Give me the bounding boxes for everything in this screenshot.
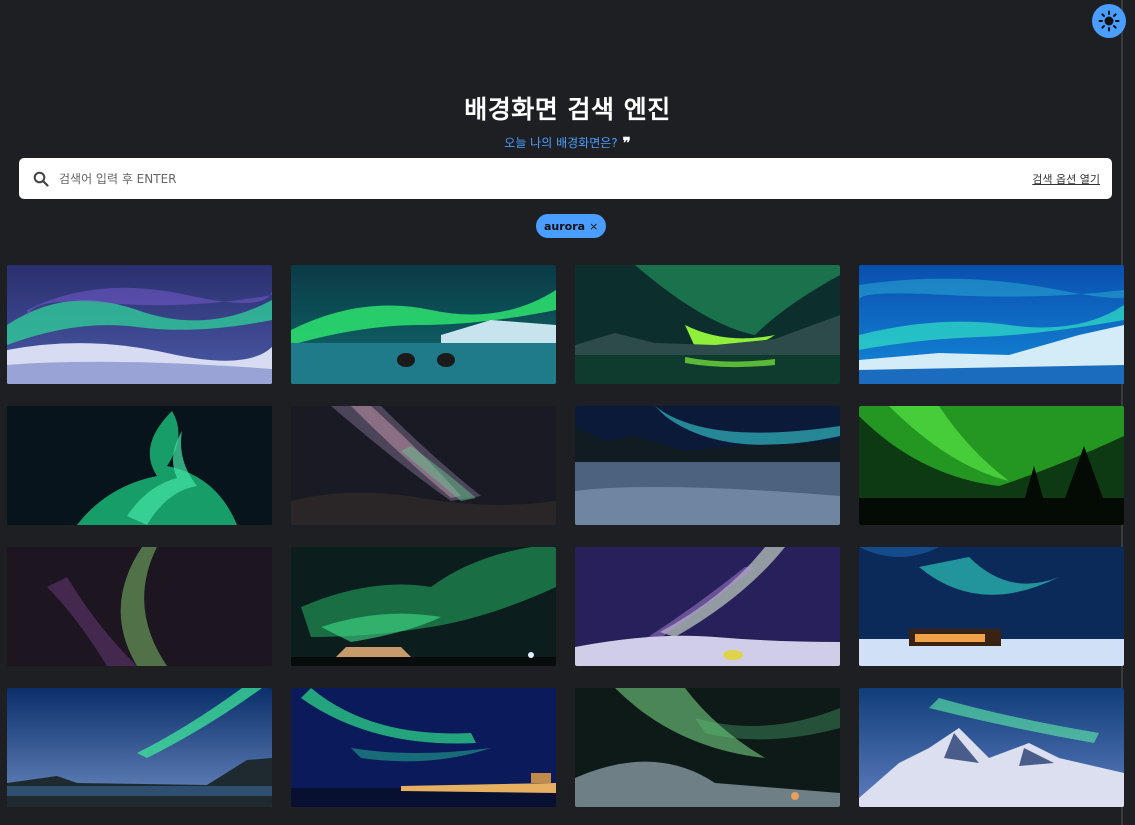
wallpaper-image	[859, 406, 1124, 525]
search-bar: 검색 옵션 열기	[19, 158, 1112, 199]
wallpaper-thumbnail-aurora-green-trees[interactable]	[859, 406, 1124, 525]
search-options-link[interactable]: 검색 옵션 열기	[1032, 171, 1100, 187]
wallpaper-thumbnail-aurora-swirl-dark-sky[interactable]	[7, 406, 272, 525]
wallpaper-image	[291, 688, 556, 807]
subtitle-text: 오늘 나의 배경화면은?	[504, 136, 618, 150]
wallpaper-thumbnail-aurora-lit-cabin-snow[interactable]	[859, 547, 1124, 666]
search-input[interactable]	[57, 170, 1033, 187]
page-subtitle: 오늘 나의 배경화면은? ❞	[504, 134, 630, 151]
wallpaper-thumbnail-aurora-purple-tent[interactable]	[575, 547, 840, 666]
wallpaper-thumbnail-aurora-harbor-lights[interactable]	[291, 688, 556, 807]
theme-toggle-button[interactable]	[1092, 4, 1126, 38]
wallpaper-image	[859, 547, 1124, 666]
wallpaper-thumbnail-aurora-snowy-peaks[interactable]	[859, 688, 1124, 807]
wallpaper-image	[7, 265, 272, 384]
wallpaper-image	[575, 406, 840, 525]
page-title: 배경화면 검색 엔진	[464, 95, 671, 124]
wallpaper-image	[291, 406, 556, 525]
wallpaper-thumbnail-aurora-green-cabin[interactable]	[291, 547, 556, 666]
wallpaper-thumbnail-aurora-blue-glacier[interactable]	[859, 265, 1124, 384]
wallpaper-image	[7, 547, 272, 666]
tag-label: aurora	[544, 219, 586, 233]
wallpaper-image	[859, 688, 1124, 807]
wallpaper-grid	[7, 265, 1124, 807]
wallpaper-image	[291, 547, 556, 666]
wallpaper-thumbnail-aurora-snowfield[interactable]	[7, 265, 272, 384]
wallpaper-image	[7, 406, 272, 525]
sun-icon	[1098, 10, 1120, 32]
wallpaper-thumbnail-aurora-dark-hills[interactable]	[575, 688, 840, 807]
wallpaper-thumbnail-aurora-coast-rocks[interactable]	[7, 688, 272, 807]
wallpaper-image	[859, 265, 1124, 384]
wallpaper-image	[7, 688, 272, 807]
wallpaper-thumbnail-milky-way-mountains[interactable]	[291, 406, 556, 525]
wallpaper-thumbnail-aurora-frozen-lake-forest[interactable]	[575, 406, 840, 525]
wallpaper-thumbnail-aurora-lake-reflection[interactable]	[575, 265, 840, 384]
wallpaper-thumbnail-aurora-icy-river-rocks[interactable]	[291, 265, 556, 384]
page-header: 배경화면 검색 엔진 오늘 나의 배경화면은? ❞	[0, 90, 1135, 151]
wallpaper-image	[575, 265, 840, 384]
tag-close-icon[interactable]: ×	[589, 220, 598, 233]
wallpaper-image	[575, 547, 840, 666]
wallpaper-thumbnail-aurora-purple-starry[interactable]	[7, 547, 272, 666]
search-tag[interactable]: aurora ×	[536, 214, 607, 238]
wallpaper-image	[291, 265, 556, 384]
quote-icon: ❞	[622, 133, 631, 152]
wallpaper-image	[575, 688, 840, 807]
search-icon	[33, 171, 49, 187]
